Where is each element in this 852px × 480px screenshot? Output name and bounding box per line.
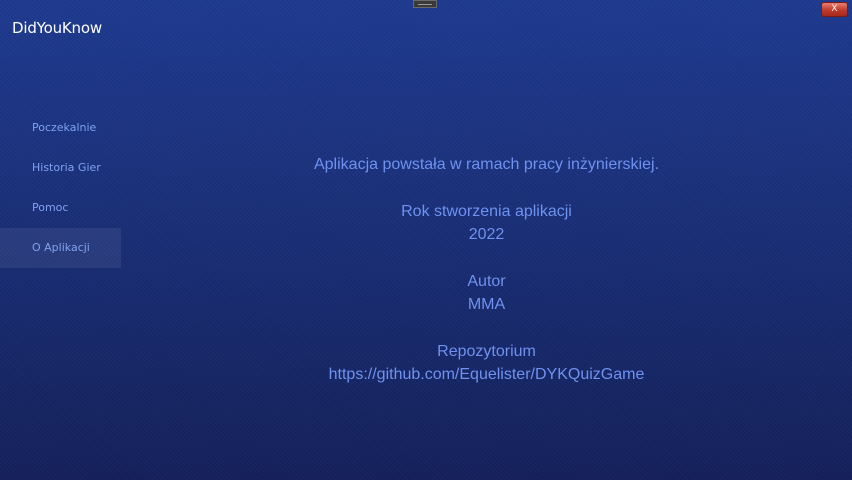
sidebar-item-poczekalnie[interactable]: Poczekalnie bbox=[0, 108, 121, 148]
sidebar-item-o-aplikacji[interactable]: O Aplikacji bbox=[0, 228, 121, 268]
close-button[interactable]: X bbox=[821, 2, 848, 17]
window-drag-handle[interactable] bbox=[413, 0, 437, 8]
sidebar-item-historia-gier[interactable]: Historia Gier bbox=[0, 148, 121, 188]
app-title: DidYouKnow bbox=[12, 19, 102, 37]
sidebar-item-pomoc[interactable]: Pomoc bbox=[0, 188, 121, 228]
year-value: 2022 bbox=[468, 226, 505, 243]
app-window: X DidYouKnow Poczekalnie Historia Gier P… bbox=[0, 0, 852, 480]
about-content: Aplikacja powstała w ramach pracy inżyni… bbox=[121, 153, 852, 386]
sidebar-nav: Poczekalnie Historia Gier Pomoc O Aplika… bbox=[0, 108, 121, 268]
repo-label: Repozytorium bbox=[437, 343, 536, 360]
about-description: Aplikacja powstała w ramach pracy inżyni… bbox=[313, 156, 660, 173]
author-value: MMA bbox=[467, 296, 506, 313]
year-label: Rok stworzenia aplikacji bbox=[401, 203, 572, 220]
repo-link[interactable]: https://github.com/Equelister/DYKQuizGam… bbox=[121, 363, 852, 386]
author-label: Autor bbox=[467, 273, 506, 290]
